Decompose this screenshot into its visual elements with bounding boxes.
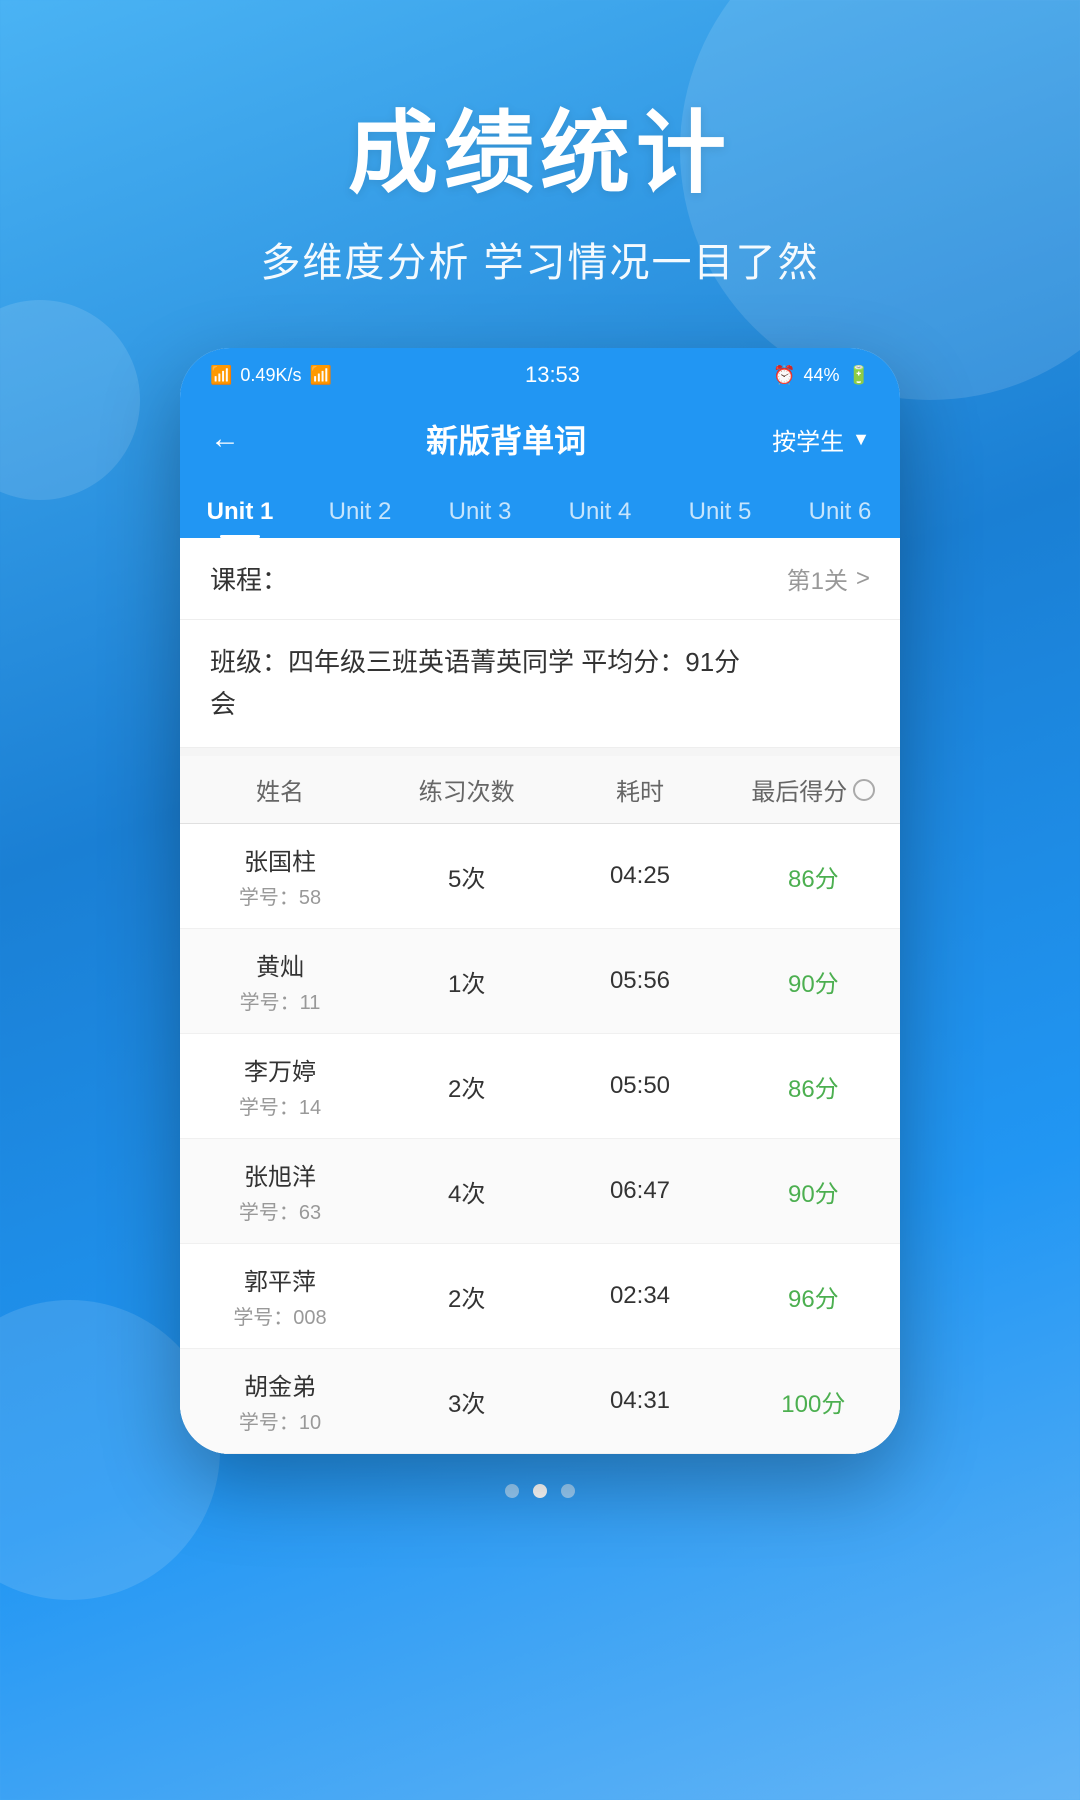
last-score: 86分 [727,841,900,912]
student-id: 学号：10 [188,1406,372,1435]
app-title: 新版背单词 [426,416,586,462]
sort-control[interactable]: 按学生 ▼ [772,422,870,457]
time-spent: 05:56 [553,949,726,1013]
score-table: 姓名 练习次数 耗时 最后得分 张国柱 学号：58 5次 04:25 86分 [180,756,900,1454]
last-score: 96分 [727,1261,900,1332]
time-spent: 06:47 [553,1159,726,1223]
avg-score: 平均分：91分 [581,647,740,677]
table-row: 胡金弟 学号：10 3次 04:31 100分 [180,1349,900,1454]
tab-unit3[interactable]: Unit 3 [420,480,540,538]
th-score: 最后得分 [727,772,900,807]
student-name: 李万婷 [188,1052,372,1087]
signal-icon: 📶 [210,365,232,386]
table-row: 郭平萍 学号：008 2次 02:34 96分 [180,1244,900,1349]
student-name: 胡金弟 [188,1367,372,1402]
table-row: 张国柱 学号：58 5次 04:25 86分 [180,824,900,929]
practice-count: 1次 [380,946,553,1017]
student-name-cell: 张国柱 学号：58 [180,824,380,928]
sort-circle-icon [853,779,875,801]
time-spent: 05:50 [553,1054,726,1118]
app-header: ← 新版背单词 按学生 ▼ [180,398,900,480]
class-text: 班级：四年级三班英语菁英同学 [210,647,574,677]
status-right: ⏰ 44% 🔋 [773,365,870,386]
time-spent: 02:34 [553,1264,726,1328]
student-id: 学号：63 [188,1196,372,1225]
pagination-dots [0,1454,1080,1538]
course-row: 课程： 第1关 > [180,538,900,620]
practice-count: 2次 [380,1051,553,1122]
tab-unit2[interactable]: Unit 2 [300,480,420,538]
practice-count: 3次 [380,1366,553,1437]
table-row: 张旭洋 学号：63 4次 06:47 90分 [180,1139,900,1244]
page-dot-1[interactable] [505,1484,519,1498]
student-name: 黄灿 [188,947,372,982]
last-score: 90分 [727,1156,900,1227]
course-nav-arrow: > [856,565,870,593]
page-dot-2[interactable] [533,1484,547,1498]
th-practice: 练习次数 [380,772,553,807]
table-row: 李万婷 学号：14 2次 05:50 86分 [180,1034,900,1139]
page-dot-3[interactable] [561,1484,575,1498]
course-nav[interactable]: 第1关 > [787,561,870,596]
student-name-cell: 张旭洋 学号：63 [180,1139,380,1243]
status-time: 13:53 [525,362,580,388]
th-name: 姓名 [180,772,380,807]
last-score: 86分 [727,1051,900,1122]
time-spent: 04:31 [553,1369,726,1433]
th-time: 耗时 [553,772,726,807]
class-suffix: 会 [210,689,236,719]
course-nav-text: 第1关 [787,561,848,596]
student-name-cell: 李万婷 学号：14 [180,1034,380,1138]
phone-container: 📶 0.49K/s 📶 13:53 ⏰ 44% 🔋 ← 新版背单词 按学生 ▼ … [0,328,1080,1454]
dropdown-icon: ▼ [852,429,870,450]
status-left: 📶 0.49K/s 📶 [210,365,332,386]
alarm-icon: ⏰ [773,365,795,386]
student-id: 学号：58 [188,881,372,910]
class-info: 班级：四年级三班英语菁英同学 平均分：91分 会 [180,620,900,748]
student-name-cell: 黄灿 学号：11 [180,929,380,1033]
sort-label: 按学生 [772,422,844,457]
main-title: 成绩统计 [0,80,1080,210]
battery-text: 44% [804,365,840,386]
wifi-icon: 📶 [309,365,331,386]
battery-icon: 🔋 [848,365,870,386]
header-area: 成绩统计 多维度分析 学习情况一目了然 [0,0,1080,328]
student-name-cell: 胡金弟 学号：10 [180,1349,380,1453]
student-name: 张旭洋 [188,1157,372,1192]
unit-tabs: Unit 1 Unit 2 Unit 3 Unit 4 Unit 5 Unit … [180,480,900,538]
signal-text: 0.49K/s [240,365,301,386]
phone-mockup: 📶 0.49K/s 📶 13:53 ⏰ 44% 🔋 ← 新版背单词 按学生 ▼ … [180,348,900,1454]
student-name: 张国柱 [188,842,372,877]
student-name-cell: 郭平萍 学号：008 [180,1244,380,1348]
practice-count: 4次 [380,1156,553,1227]
student-id: 学号：008 [188,1301,372,1330]
last-score: 100分 [727,1366,900,1437]
back-button[interactable]: ← [210,422,240,456]
content-area: 课程： 第1关 > 班级：四年级三班英语菁英同学 平均分：91分 会 姓名 练习… [180,538,900,1454]
table-row: 黄灿 学号：11 1次 05:56 90分 [180,929,900,1034]
sub-title: 多维度分析 学习情况一目了然 [0,230,1080,288]
tab-unit1[interactable]: Unit 1 [180,480,300,538]
tab-unit5[interactable]: Unit 5 [660,480,780,538]
last-score: 90分 [727,946,900,1017]
practice-count: 5次 [380,841,553,912]
tab-unit4[interactable]: Unit 4 [540,480,660,538]
table-header: 姓名 练习次数 耗时 最后得分 [180,756,900,824]
student-name: 郭平萍 [188,1262,372,1297]
status-bar: 📶 0.49K/s 📶 13:53 ⏰ 44% 🔋 [180,348,900,398]
student-id: 学号：11 [188,986,372,1015]
tab-unit6[interactable]: Unit 6 [780,480,900,538]
practice-count: 2次 [380,1261,553,1332]
course-label: 课程： [210,560,288,597]
time-spent: 04:25 [553,844,726,908]
student-id: 学号：14 [188,1091,372,1120]
